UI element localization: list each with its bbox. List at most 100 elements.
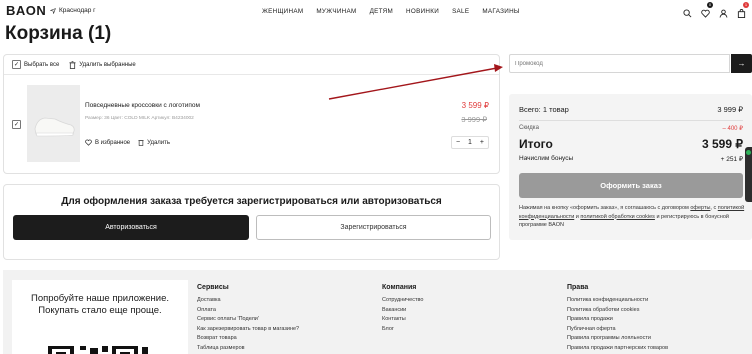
summary-bonus-row: Начислим бонусы + 251 ₽ bbox=[519, 155, 743, 163]
footer-link[interactable]: Блог bbox=[382, 325, 423, 335]
favorites-badge: 0 bbox=[707, 2, 713, 8]
footer-link[interactable]: Как зарезервировать товар в магазине? bbox=[197, 325, 299, 335]
add-to-favorites-button[interactable]: В избранное bbox=[85, 139, 130, 146]
delete-selected-button[interactable]: Удалить выбранные bbox=[69, 60, 136, 69]
footer-link[interactable]: Сотрудничество bbox=[382, 296, 423, 306]
product-name[interactable]: Повседневные кроссовки с логотипом bbox=[85, 102, 200, 109]
location-icon bbox=[50, 7, 56, 14]
site-header: BAON Краснодар г ЖЕНЩИНАМ МУЖЧИНАМ ДЕТЯМ… bbox=[0, 0, 752, 22]
qty-plus-button[interactable]: + bbox=[480, 139, 484, 146]
chat-widget-tab[interactable] bbox=[745, 147, 752, 202]
site-footer: Попробуйте наше приложение. Покупать ста… bbox=[3, 270, 752, 354]
legal-text-1: Нажимая на кнопку «оформить заказ», я со… bbox=[519, 205, 691, 211]
footer-link[interactable]: Правила программы лояльности bbox=[567, 334, 668, 344]
summary-final-row: Итого 3 599 ₽ bbox=[519, 137, 743, 151]
final-label: Итого bbox=[519, 137, 553, 151]
checkbox-checked-icon: ✓ bbox=[12, 60, 21, 69]
nav-kids[interactable]: ДЕТЯМ bbox=[370, 8, 393, 15]
promo-code-form: → bbox=[509, 54, 752, 73]
services-title: Сервисы bbox=[197, 284, 229, 291]
city-label: Краснодар г bbox=[59, 7, 96, 14]
search-icon[interactable] bbox=[683, 5, 692, 18]
product-meta: Размер: 36 Цвет: COLD MILK Артикул: B423… bbox=[85, 116, 194, 121]
footer-link[interactable]: Контакты bbox=[382, 315, 423, 325]
nav-stores[interactable]: МАГАЗИНЫ bbox=[482, 8, 519, 15]
online-status-dot bbox=[746, 150, 751, 155]
footer-link[interactable]: Правила продажи bbox=[567, 315, 668, 325]
login-button[interactable]: Авторизоваться bbox=[13, 215, 249, 240]
footer-company-column: Компания Сотрудничество Вакансии Контакт… bbox=[382, 284, 423, 334]
sneaker-icon bbox=[34, 117, 75, 137]
item-checkbox[interactable]: ✓ bbox=[12, 120, 21, 129]
apply-promo-button[interactable]: → bbox=[731, 54, 752, 73]
select-all-checkbox[interactable]: ✓ Выбрать все bbox=[12, 60, 59, 69]
delete-label: Удалить bbox=[147, 139, 171, 146]
qr-code-icon[interactable] bbox=[48, 344, 152, 354]
user-icon[interactable] bbox=[719, 5, 728, 18]
rights-title: Права bbox=[567, 284, 589, 291]
app-promo-card: Попробуйте наше приложение. Покупать ста… bbox=[12, 280, 188, 354]
footer-link[interactable]: Политика конфиденциальности bbox=[567, 296, 668, 306]
bag-icon[interactable]: 1 bbox=[737, 2, 749, 18]
nav-women[interactable]: ЖЕНЩИНАМ bbox=[262, 8, 303, 15]
footer-link[interactable]: Вакансии bbox=[382, 306, 423, 316]
final-value: 3 599 ₽ bbox=[702, 137, 743, 151]
trash-icon bbox=[69, 60, 76, 69]
discount-label: Скидка bbox=[519, 125, 539, 131]
page-title: Корзина (1) bbox=[5, 23, 112, 44]
company-title: Компания bbox=[382, 284, 417, 291]
nav-sale[interactable]: SALE bbox=[452, 8, 469, 15]
delete-selected-label: Удалить выбранные bbox=[79, 61, 136, 68]
footer-link[interactable]: Возврат товара bbox=[197, 334, 299, 344]
trash-icon bbox=[138, 140, 144, 146]
cookies-policy-link[interactable]: политикой обработки cookies bbox=[580, 214, 655, 220]
product-image[interactable] bbox=[27, 85, 80, 162]
bonus-label: Начислим бонусы bbox=[519, 155, 574, 162]
nav-new[interactable]: НОВИНКИ bbox=[406, 8, 439, 15]
quantity-stepper: − 1 + bbox=[451, 136, 489, 149]
footer-link[interactable]: Правила продажи партнерских товаров bbox=[567, 344, 668, 354]
offer-link[interactable]: оферты bbox=[690, 205, 710, 211]
delete-item-button[interactable]: Удалить bbox=[138, 139, 170, 146]
footer-link[interactable]: Публичная оферта bbox=[567, 325, 668, 335]
summary-total-row: Всего: 1 товар 3 999 ₽ bbox=[519, 105, 743, 114]
order-summary: Всего: 1 товар 3 999 ₽ Скидка – 400 ₽ Ит… bbox=[509, 94, 752, 240]
heart-icon[interactable]: 0 bbox=[701, 2, 713, 18]
discount-value: – 400 ₽ bbox=[722, 126, 744, 132]
current-price: 3 599 ₽ bbox=[461, 101, 489, 110]
footer-services-column: Сервисы Доставка Оплата Сервис оплаты 'П… bbox=[197, 284, 299, 353]
city-selector[interactable]: Краснодар г bbox=[50, 7, 96, 14]
footer-link[interactable]: Сервис оплаты 'Подели' bbox=[197, 315, 299, 325]
promo-code-input[interactable] bbox=[509, 54, 730, 73]
cart-toolbar: ✓ Выбрать все Удалить выбранные bbox=[4, 55, 499, 75]
auth-panel: Для оформления заказа требуется зарегист… bbox=[3, 184, 500, 260]
footer-link[interactable]: Оплата bbox=[197, 306, 299, 316]
footer-link[interactable]: Политика обработки cookies bbox=[567, 306, 668, 316]
qty-minus-button[interactable]: − bbox=[456, 139, 460, 146]
bonus-value: + 251 ₽ bbox=[720, 156, 743, 163]
total-label: Всего: 1 товар bbox=[519, 105, 569, 114]
auth-title: Для оформления заказа требуется зарегист… bbox=[61, 196, 442, 207]
header-icons: 0 1 bbox=[683, 2, 749, 18]
footer-link[interactable]: Таблица размеров bbox=[197, 344, 299, 354]
main-nav: ЖЕНЩИНАМ МУЖЧИНАМ ДЕТЯМ НОВИНКИ SALE МАГ… bbox=[262, 8, 520, 15]
old-price: 3 999 ₽ bbox=[461, 115, 487, 124]
nav-men[interactable]: МУЖЧИНАМ bbox=[316, 8, 356, 15]
summary-discount-row: Скидка – 400 ₽ bbox=[519, 125, 743, 132]
total-value: 3 999 ₽ bbox=[717, 105, 743, 114]
cart-badge: 1 bbox=[743, 2, 749, 8]
select-all-label: Выбрать все bbox=[24, 61, 60, 68]
app-promo-text: Попробуйте наше приложение. Покупать ста… bbox=[30, 293, 170, 316]
heart-icon bbox=[85, 139, 92, 146]
logo[interactable]: BAON bbox=[6, 3, 46, 18]
footer-link[interactable]: Доставка bbox=[197, 296, 299, 306]
footer-rights-column: Права Политика конфиденциальности Полити… bbox=[567, 284, 668, 353]
qty-value: 1 bbox=[468, 139, 472, 146]
divider bbox=[519, 120, 743, 121]
register-button[interactable]: Зарегистрироваться bbox=[256, 215, 491, 240]
checkout-button[interactable]: Оформить заказ bbox=[519, 173, 743, 198]
favorites-label: В избранное bbox=[95, 139, 131, 146]
legal-text-2: , с bbox=[710, 205, 718, 211]
legal-text: Нажимая на кнопку «оформить заказ», я со… bbox=[519, 204, 747, 230]
cart-items-panel: ✓ Выбрать все Удалить выбранные ✓ Повсед… bbox=[3, 54, 500, 174]
